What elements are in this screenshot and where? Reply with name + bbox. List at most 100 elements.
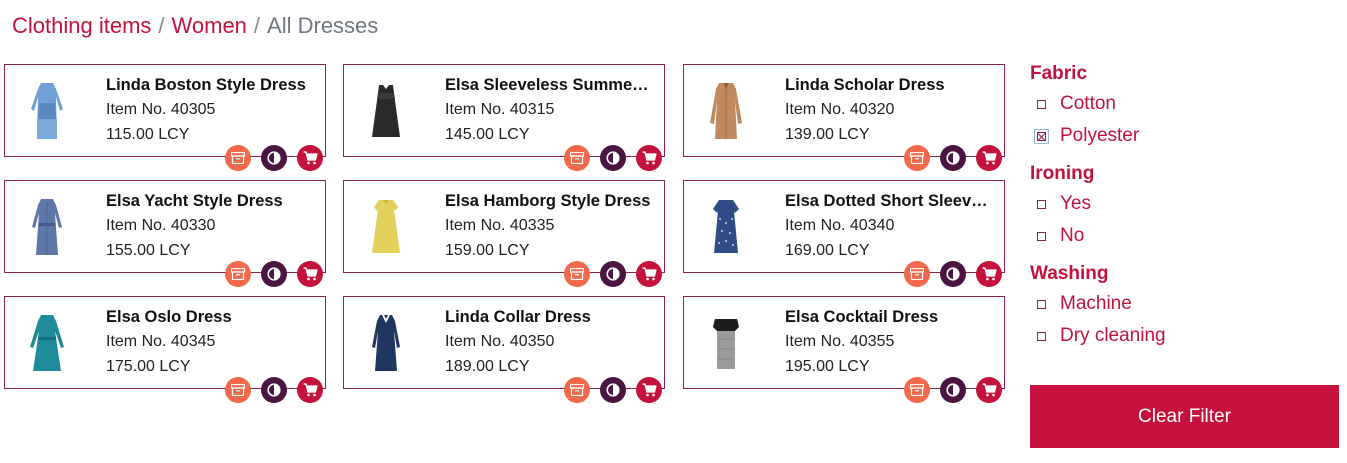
navy-dotted-dress-icon[interactable] [702,195,750,259]
archive-button[interactable] [904,145,930,171]
archive-button[interactable] [564,145,590,171]
cart-button[interactable] [297,145,323,171]
filter-checkbox[interactable] [1037,299,1046,309]
product-card[interactable]: Elsa Hamborg Style Dress Item No. 40335 15… [343,180,665,287]
cart-icon [303,383,318,397]
compare-icon [267,151,281,165]
product-name[interactable]: Elsa Hamborg Style Dress [445,192,655,211]
breadcrumb-clothing-items[interactable]: Clothing items [12,13,151,38]
product-card[interactable]: Elsa Oslo Dress Item No. 40345 175.00 LCY [4,296,326,403]
archive-button[interactable] [904,377,930,403]
filter-group-title: Washing [1030,263,1109,284]
compare-icon [606,267,620,281]
cart-button[interactable] [636,377,662,403]
product-name[interactable]: Linda Boston Style Dress [106,76,316,95]
yellow-dress-icon[interactable] [362,195,410,259]
filter-panel: Fabric Cotton Polyester Ironing Yes No Washing… [1030,60,1340,360]
product-card[interactable]: Elsa Sleeveless Summer ... Item No. 40315… [343,64,665,171]
product-name[interactable]: Elsa Sleeveless Summer ... [445,76,655,95]
cart-button[interactable] [976,145,1002,171]
compare-button[interactable] [261,377,287,403]
filter-option-label[interactable]: Yes [1060,193,1091,215]
cart-button[interactable] [636,145,662,171]
compare-button[interactable] [940,377,966,403]
product-item-number: Item No. 40335 [445,217,555,234]
compare-icon [946,267,960,281]
tan-coat-dress-icon[interactable] [702,79,750,143]
filter-option[interactable]: Polyester [1030,120,1340,152]
filter-checkbox[interactable] [1034,128,1049,144]
cart-icon [303,267,318,281]
light-blue-long-sleeve-dress-icon[interactable] [23,79,71,143]
product-name[interactable]: Linda Scholar Dress [785,76,995,95]
product-item-number: Item No. 40305 [106,101,216,118]
filter-option[interactable]: No [1030,220,1340,252]
compare-icon [946,383,960,397]
filter-option[interactable]: Dry cleaning [1030,320,1340,352]
product-actions [904,261,1004,288]
black-sleeveless-dress-icon[interactable] [362,79,410,143]
compare-button[interactable] [600,145,626,171]
compare-button[interactable] [600,261,626,287]
cart-button[interactable] [636,261,662,287]
filter-option[interactable]: Cotton [1030,88,1340,120]
product-item-number: Item No. 40315 [445,101,555,118]
filter-group-title: Ironing [1030,163,1095,184]
archive-button[interactable] [564,377,590,403]
archive-button[interactable] [225,377,251,403]
product-actions [564,145,664,172]
archive-button[interactable] [904,261,930,287]
product-name[interactable]: Elsa Oslo Dress [106,308,316,327]
filter-option-label[interactable]: Polyester [1060,125,1139,147]
archive-icon [570,152,584,164]
product-card[interactable]: Elsa Yacht Style Dress Item No. 40330 155.… [4,180,326,287]
product-item-number: Item No. 40330 [106,217,216,234]
product-name[interactable]: Elsa Cocktail Dress [785,308,995,327]
filter-checkbox[interactable] [1037,99,1046,109]
product-name[interactable]: Elsa Yacht Style Dress [106,192,316,211]
grey-cocktail-dress-icon[interactable] [702,311,750,375]
breadcrumb-women[interactable]: Women [172,13,247,38]
compare-button[interactable] [940,145,966,171]
filter-group-fabric: Fabric Cotton Polyester [1030,60,1340,152]
product-card[interactable]: Linda Collar Dress Item No. 40350 189.00 L… [343,296,665,403]
filter-option-label[interactable]: Cotton [1060,93,1116,115]
product-price: 189.00 LCY [445,358,530,375]
filter-option[interactable]: Machine [1030,288,1340,320]
product-card[interactable]: Elsa Cocktail Dress Item No. 40355 195.00 … [683,296,1005,403]
filter-checkbox[interactable] [1037,199,1046,209]
product-price: 155.00 LCY [106,242,191,259]
product-grid: Linda Boston Style Dress Item No. 40305 11… [4,64,1008,403]
blue-shirt-dress-icon[interactable] [23,195,71,259]
filter-group-title: Fabric [1030,63,1088,84]
archive-icon [231,268,245,280]
product-card[interactable]: Linda Boston Style Dress Item No. 40305 11… [4,64,326,171]
cart-button[interactable] [976,261,1002,287]
filter-option[interactable]: Yes [1030,188,1340,220]
cart-button[interactable] [297,261,323,287]
product-name[interactable]: Elsa Dotted Short Sleeve ... [785,192,995,211]
cart-button[interactable] [297,377,323,403]
navy-collar-dress-icon[interactable] [362,311,410,375]
archive-button[interactable] [225,261,251,287]
product-card[interactable]: Linda Scholar Dress Item No. 40320 139.00 … [683,64,1005,171]
product-actions [225,377,325,404]
cart-button[interactable] [976,377,1002,403]
breadcrumb-separator: / [253,13,261,38]
filter-option-label[interactable]: Dry cleaning [1060,325,1166,347]
filter-checkbox[interactable] [1037,231,1046,241]
filter-option-label[interactable]: Machine [1060,293,1132,315]
clear-filter-button[interactable]: Clear Filter [1030,385,1339,448]
filter-checkbox[interactable] [1037,331,1046,341]
teal-dress-icon[interactable] [23,311,71,375]
product-name[interactable]: Linda Collar Dress [445,308,655,327]
compare-button[interactable] [940,261,966,287]
filter-option-label[interactable]: No [1060,225,1084,247]
compare-button[interactable] [600,377,626,403]
archive-button[interactable] [225,145,251,171]
archive-button[interactable] [564,261,590,287]
archive-icon [570,268,584,280]
compare-button[interactable] [261,145,287,171]
compare-button[interactable] [261,261,287,287]
product-card[interactable]: Elsa Dotted Short Sleeve ... Item No. 403… [683,180,1005,287]
